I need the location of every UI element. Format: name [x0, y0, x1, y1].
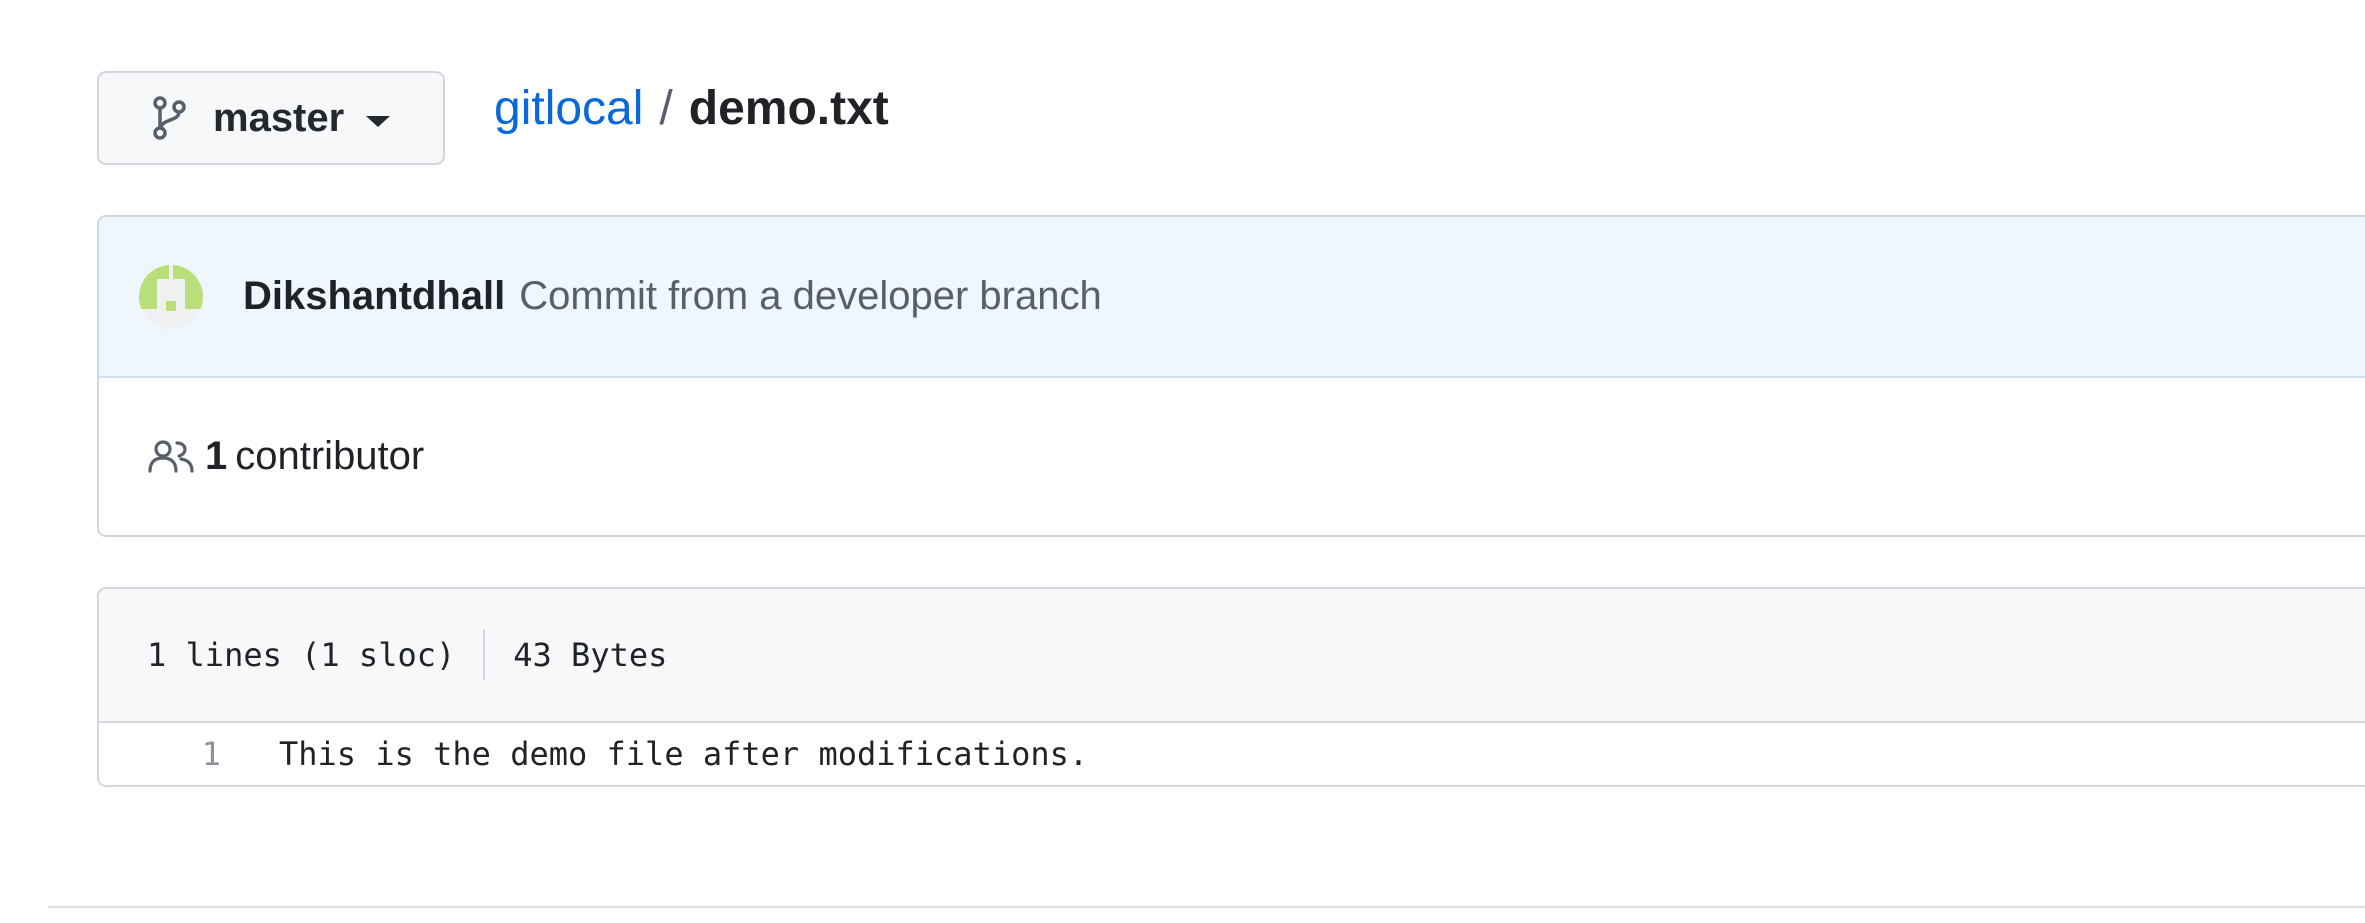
branch-name: master	[213, 95, 345, 140]
contributor-count: 1	[205, 434, 228, 478]
repo-link[interactable]: gitlocal	[494, 81, 643, 136]
file-info-bar: 1 lines (1 sloc) 43 Bytes	[99, 589, 2365, 723]
line-number[interactable]: 1	[99, 735, 279, 773]
line-content: This is the demo file after modification…	[279, 735, 1089, 773]
divider	[48, 906, 2365, 908]
git-branch-icon	[151, 95, 187, 141]
people-icon	[147, 437, 197, 477]
divider	[483, 630, 486, 680]
branch-select-button[interactable]: master	[97, 71, 445, 165]
commit-message-link[interactable]: Commit from a developer branch	[519, 274, 1101, 319]
file-name: demo.txt	[688, 81, 889, 135]
commit-author-link[interactable]: Dikshantdhall	[243, 274, 505, 319]
file-lines-info: 1 lines (1 sloc)	[147, 636, 456, 674]
commit-box: Dikshantdhall Commit from a developer br…	[97, 215, 2365, 537]
breadcrumb-separator: /	[659, 81, 673, 135]
triangle-down-icon	[366, 115, 391, 127]
breadcrumb: gitlocal / demo.txt	[494, 78, 889, 138]
contributor-label: contributor	[235, 434, 425, 478]
code-line: 1 This is the demo file after modificati…	[99, 723, 2365, 785]
file-viewer: 1 lines (1 sloc) 43 Bytes 1 This is the …	[97, 587, 2365, 787]
latest-commit: Dikshantdhall Commit from a developer br…	[99, 217, 2365, 378]
contributors-row[interactable]: 1 contributor	[99, 378, 2365, 535]
avatar[interactable]	[139, 264, 203, 329]
file-size: 43 Bytes	[513, 636, 668, 674]
